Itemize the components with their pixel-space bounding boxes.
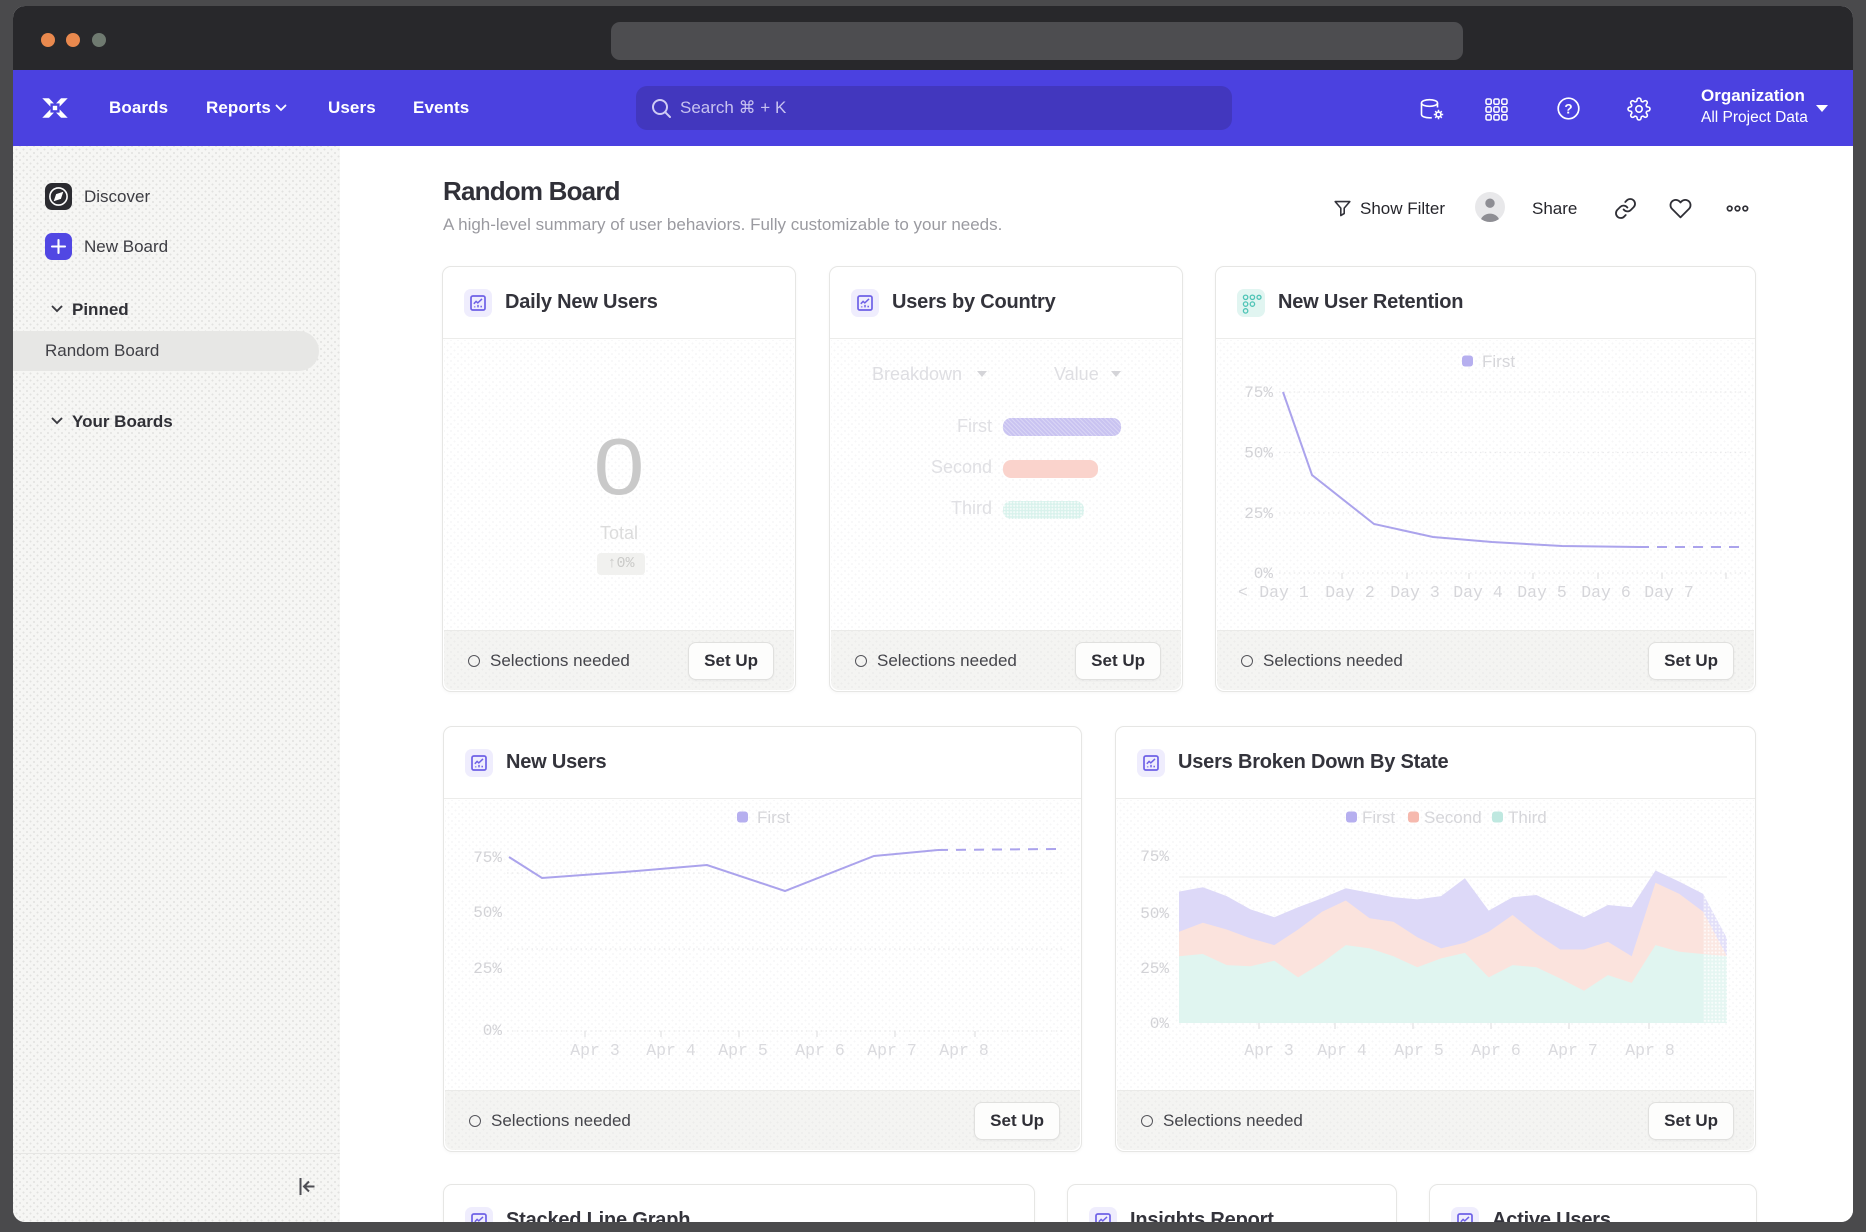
svg-text:0%: 0% [483, 1022, 503, 1040]
svg-text:Day 5: Day 5 [1517, 583, 1567, 602]
svg-text:<: < [1238, 583, 1248, 602]
svg-text:First: First [1482, 352, 1515, 371]
svg-text:Third: Third [1508, 808, 1547, 827]
svg-text:Apr 4: Apr 4 [1317, 1041, 1367, 1060]
svg-text:Apr 6: Apr 6 [795, 1041, 845, 1060]
svg-text:Apr 5: Apr 5 [718, 1041, 768, 1060]
svg-text:50%: 50% [473, 904, 502, 922]
svg-text:75%: 75% [1244, 384, 1273, 402]
svg-text:Apr 8: Apr 8 [939, 1041, 989, 1060]
svg-text:Apr 3: Apr 3 [570, 1041, 620, 1060]
svg-text:Apr 7: Apr 7 [1548, 1041, 1598, 1060]
svg-text:25%: 25% [473, 960, 502, 978]
svg-text:0%: 0% [1254, 565, 1274, 583]
svg-text:0%: 0% [1150, 1015, 1170, 1033]
svg-text:75%: 75% [1140, 848, 1169, 866]
svg-text:75%: 75% [473, 849, 502, 867]
svg-text:25%: 25% [1244, 505, 1273, 523]
svg-text:First: First [1362, 808, 1395, 827]
svg-text:Apr 3: Apr 3 [1244, 1041, 1294, 1060]
svg-text:50%: 50% [1244, 445, 1273, 463]
svg-text:?: ? [1564, 101, 1572, 116]
svg-text:First: First [757, 808, 790, 827]
svg-text:Apr 4: Apr 4 [646, 1041, 696, 1060]
svg-text:Apr 7: Apr 7 [867, 1041, 917, 1060]
svg-text:25%: 25% [1140, 960, 1169, 978]
svg-text:Day 2: Day 2 [1325, 583, 1375, 602]
svg-text:Apr 5: Apr 5 [1394, 1041, 1444, 1060]
svg-text:Day 4: Day 4 [1453, 583, 1503, 602]
svg-text:Day 1: Day 1 [1259, 583, 1309, 602]
svg-text:Apr 6: Apr 6 [1471, 1041, 1521, 1060]
svg-text:Day 7: Day 7 [1644, 583, 1694, 602]
svg-text:Day 6: Day 6 [1581, 583, 1631, 602]
svg-text:Second: Second [1424, 808, 1482, 827]
svg-text:50%: 50% [1140, 905, 1169, 923]
svg-text:Day 3: Day 3 [1390, 583, 1440, 602]
svg-text:Apr 8: Apr 8 [1625, 1041, 1675, 1060]
